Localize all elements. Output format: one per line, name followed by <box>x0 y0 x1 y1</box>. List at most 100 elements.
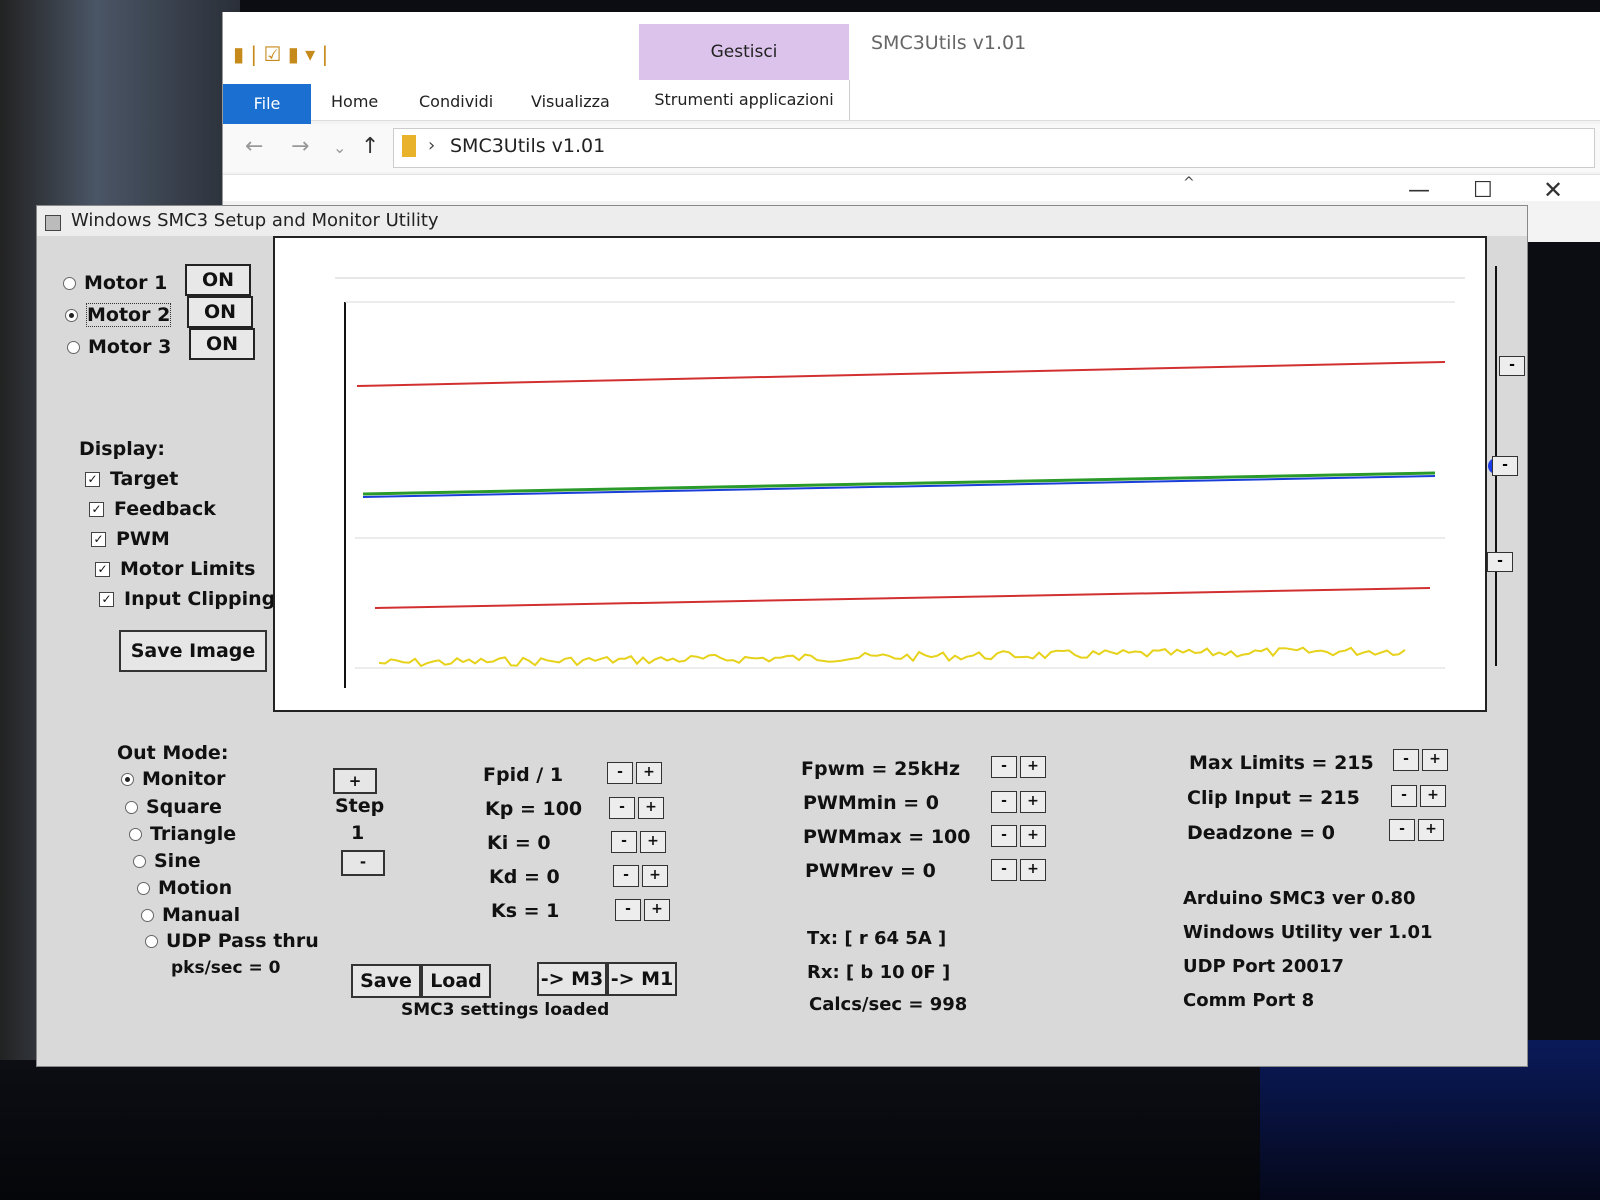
calcs-readout: Calcs/sec = 998 <box>809 994 968 1015</box>
packets-per-second: pks/sec = 0 <box>171 958 281 978</box>
pwmrev-plus-button[interactable]: + <box>1020 859 1046 881</box>
out-mode-manual-label: Manual <box>162 904 241 926</box>
kp-stepper[interactable]: - + <box>609 796 667 819</box>
save-settings-button[interactable]: Save <box>351 964 421 998</box>
ki-plus-button[interactable]: + <box>640 831 666 853</box>
pwmrev-minus-button[interactable]: - <box>991 859 1017 881</box>
max-limits-plus-button[interactable]: + <box>1422 749 1448 771</box>
display-pwm-checkbox[interactable]: ✓ PWM <box>91 528 170 550</box>
pwmmin-minus-button[interactable]: - <box>991 791 1017 813</box>
display-motor-limits-checkbox[interactable]: ✓ Motor Limits <box>95 558 255 580</box>
tab-visualizza[interactable]: Visualizza <box>531 92 610 111</box>
explorer-title: SMC3Utils v1.01 <box>871 32 1027 54</box>
display-target-checkbox[interactable]: ✓ Target <box>85 468 178 490</box>
monitor-plot <box>335 277 1465 688</box>
tab-condividi[interactable]: Condividi <box>419 92 493 111</box>
motor-3-radio[interactable]: Motor 3 <box>67 336 171 358</box>
side-minus-button-top[interactable]: - <box>1499 356 1525 376</box>
kd-label: Kd = 0 <box>489 866 560 888</box>
fpid-plus-button[interactable]: + <box>636 762 662 784</box>
out-mode-udp-radio[interactable]: UDP Pass thru <box>145 930 319 952</box>
clip-input-stepper[interactable]: - + <box>1391 784 1449 807</box>
copy-to-m1-button[interactable]: -> M1 <box>607 962 677 996</box>
quick-access-toolbar[interactable]: ▮ | ☑ ▮ ▾ | <box>233 42 328 66</box>
close-icon[interactable]: ✕ <box>1543 176 1563 204</box>
pwmmin-plus-button[interactable]: + <box>1020 791 1046 813</box>
copy-to-m3-button[interactable]: -> M3 <box>537 962 607 996</box>
out-mode-square-label: Square <box>146 796 222 818</box>
out-mode-manual-radio[interactable]: Manual <box>141 904 240 926</box>
motor-1-radio[interactable]: Motor 1 <box>63 272 167 294</box>
out-mode-sine-radio[interactable]: Sine <box>133 850 201 872</box>
ks-minus-button[interactable]: - <box>615 899 641 921</box>
fpwm-plus-button[interactable]: + <box>1020 756 1046 778</box>
fpwm-minus-button[interactable]: - <box>991 756 1017 778</box>
kd-plus-button[interactable]: + <box>642 865 668 887</box>
up-arrow-icon[interactable]: ↑ <box>361 134 379 159</box>
out-mode-heading: Out Mode: <box>117 742 229 764</box>
tab-gestisci[interactable]: Gestisci <box>639 24 849 80</box>
tab-strumenti-applicazioni[interactable]: Strumenti applicazioni <box>639 80 850 120</box>
motor-2-radio[interactable]: Motor 2 <box>65 303 172 327</box>
out-mode-monitor-radio[interactable]: Monitor <box>121 768 226 790</box>
fpwm-stepper[interactable]: - + <box>991 755 1049 778</box>
step-minus-button[interactable]: - <box>341 850 385 876</box>
radio-icon <box>129 828 142 841</box>
radio-icon <box>63 277 76 290</box>
fpwm-label: Fpwm = 25kHz <box>801 758 961 780</box>
kp-minus-button[interactable]: - <box>609 797 635 819</box>
udp-port: UDP Port 20017 <box>1183 956 1344 977</box>
radio-selected-icon <box>121 773 134 786</box>
motor-3-on-button[interactable]: ON <box>189 328 255 360</box>
out-mode-square-radio[interactable]: Square <box>125 796 222 818</box>
pwmmax-minus-button[interactable]: - <box>991 825 1017 847</box>
out-mode-monitor-label: Monitor <box>142 768 226 790</box>
clip-input-plus-button[interactable]: + <box>1420 785 1446 807</box>
maximize-icon[interactable]: ☐ <box>1473 178 1493 203</box>
fpid-stepper[interactable]: - + <box>607 761 665 784</box>
step-plus-button[interactable]: + <box>333 768 377 794</box>
kp-plus-button[interactable]: + <box>638 797 664 819</box>
side-minus-button-bottom[interactable]: - <box>1487 552 1513 572</box>
motor-1-on-button[interactable]: ON <box>185 264 251 296</box>
clip-input-minus-button[interactable]: - <box>1391 785 1417 807</box>
tab-file[interactable]: File <box>223 84 311 124</box>
display-input-clipping-checkbox[interactable]: ✓ Input Clipping <box>99 588 275 610</box>
kd-minus-button[interactable]: - <box>613 865 639 887</box>
recent-locations-icon[interactable]: ⌄ <box>333 138 346 157</box>
pwmrev-label: PWMrev = 0 <box>805 860 936 882</box>
fpid-minus-button[interactable]: - <box>607 762 633 784</box>
motor-2-on-button[interactable]: ON <box>187 296 253 328</box>
deadzone-plus-button[interactable]: + <box>1418 819 1444 841</box>
out-mode-triangle-label: Triangle <box>150 823 237 845</box>
display-feedback-checkbox[interactable]: ✓ Feedback <box>89 498 216 520</box>
pwmmax-plus-button[interactable]: + <box>1020 825 1046 847</box>
ki-minus-button[interactable]: - <box>611 831 637 853</box>
kd-stepper[interactable]: - + <box>613 864 671 887</box>
pwmrev-stepper[interactable]: - + <box>991 858 1049 881</box>
checkbox-icon: ✓ <box>85 472 100 487</box>
out-mode-motion-radio[interactable]: Motion <box>137 877 232 899</box>
tab-home[interactable]: Home <box>331 92 378 111</box>
forward-arrow-icon[interactable]: → <box>291 134 309 159</box>
side-minus-button-mid[interactable]: - <box>1492 456 1518 476</box>
max-limits-stepper[interactable]: - + <box>1393 748 1451 771</box>
arduino-version: Arduino SMC3 ver 0.80 <box>1183 888 1416 909</box>
minimize-icon[interactable]: — <box>1408 178 1430 203</box>
pwmmin-stepper[interactable]: - + <box>991 790 1049 813</box>
deadzone-minus-button[interactable]: - <box>1389 819 1415 841</box>
out-mode-triangle-radio[interactable]: Triangle <box>129 823 236 845</box>
back-arrow-icon[interactable]: ← <box>245 134 263 159</box>
pwmmax-stepper[interactable]: - + <box>991 824 1049 847</box>
deadzone-stepper[interactable]: - + <box>1389 818 1447 841</box>
load-settings-button[interactable]: Load <box>421 964 491 998</box>
address-input[interactable]: › SMC3Utils v1.01 <box>393 128 1595 168</box>
sort-caret-icon[interactable]: ^ <box>1183 175 1195 191</box>
save-image-button[interactable]: Save Image <box>119 630 267 672</box>
ks-plus-button[interactable]: + <box>644 899 670 921</box>
max-limits-minus-button[interactable]: - <box>1393 749 1419 771</box>
ks-stepper[interactable]: - + <box>615 898 673 921</box>
status-message: SMC3 settings loaded <box>401 1000 610 1020</box>
ki-stepper[interactable]: - + <box>611 830 669 853</box>
radio-icon <box>137 882 150 895</box>
